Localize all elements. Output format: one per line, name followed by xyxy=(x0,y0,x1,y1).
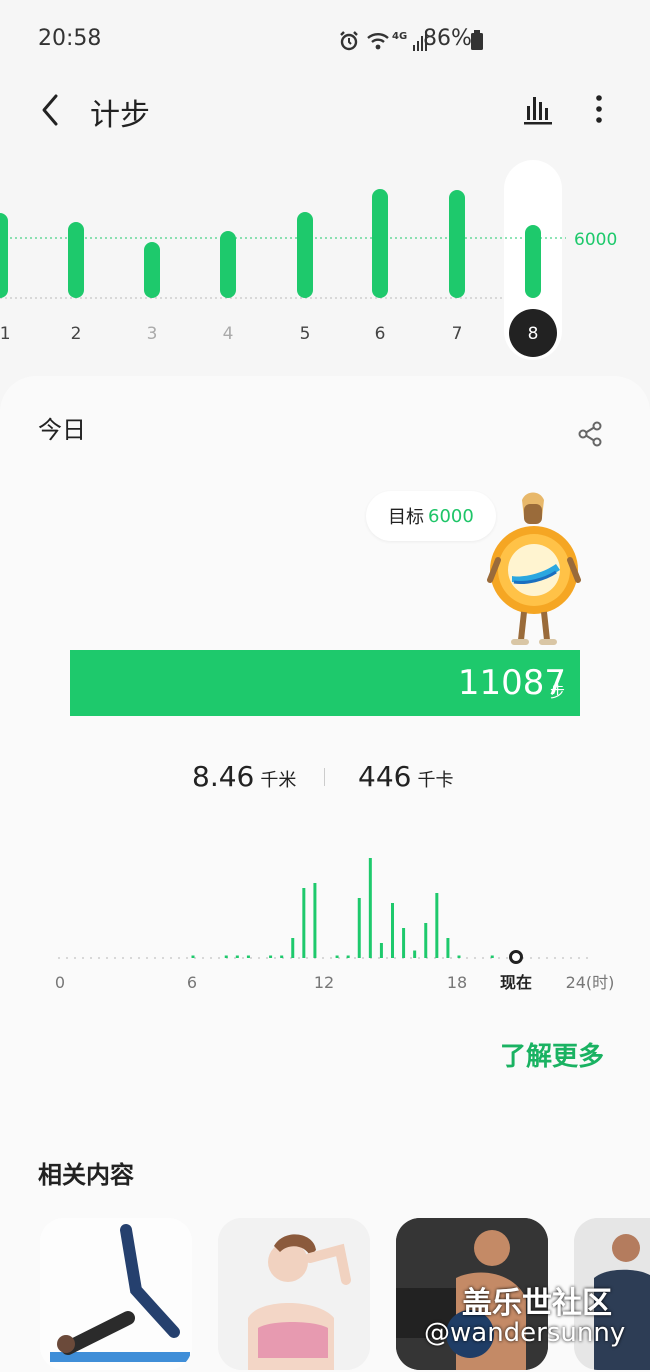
learn-more-link[interactable]: 了解更多 xyxy=(500,1036,604,1073)
hour-tick-label: 24(时) xyxy=(566,973,615,992)
hour-bar xyxy=(280,955,284,958)
calories-unit: 千卡 xyxy=(417,770,454,791)
hourly-steps-chart[interactable]: 0 6 12 18 现在 24(时) xyxy=(0,820,650,1000)
hour-tick-label: 0 xyxy=(55,973,65,992)
battery-percent: 86% xyxy=(423,26,472,51)
week-bar-4[interactable] xyxy=(220,231,236,298)
goal-value: 6000 xyxy=(428,505,474,527)
hour-tick-label: 现在 xyxy=(500,973,532,992)
stat-divider xyxy=(324,768,325,786)
watermark-handle: @wandersunny xyxy=(424,1318,626,1348)
more-options-icon[interactable] xyxy=(588,92,610,126)
related-content-title: 相关内容 xyxy=(38,1161,134,1189)
week-day-label: 4 xyxy=(223,324,234,344)
wifi-icon xyxy=(367,33,389,50)
hour-bar xyxy=(269,955,273,958)
now-marker xyxy=(509,950,523,964)
distance-stat: 8.46 千米 xyxy=(192,760,296,793)
week-bar-8[interactable] xyxy=(525,225,541,298)
hour-bar xyxy=(246,955,250,958)
week-day-label: 6 xyxy=(375,324,386,344)
watermark-title: 盖乐世社区 xyxy=(462,1286,612,1321)
week-bar-6[interactable] xyxy=(372,189,388,298)
week-bar-1[interactable] xyxy=(0,213,8,298)
calories-stat: 446 千卡 xyxy=(358,760,453,793)
hour-tick-label: 12 xyxy=(314,973,334,992)
distance-value: 8.46 xyxy=(192,760,255,793)
network-type: 4G xyxy=(392,30,408,42)
stretch-image xyxy=(218,1218,370,1370)
goal-label: 6000 xyxy=(574,230,617,250)
hour-bar xyxy=(346,955,350,958)
status-time: 20:58 xyxy=(38,26,102,51)
hour-bar xyxy=(435,893,439,958)
hour-bar xyxy=(191,955,195,958)
hour-bar xyxy=(302,888,306,958)
calories-value: 446 xyxy=(358,760,412,793)
back-icon[interactable] xyxy=(38,90,68,130)
week-bar-5[interactable] xyxy=(297,212,313,298)
goal-prefix: 目标 xyxy=(388,507,424,528)
hour-bar xyxy=(490,955,494,958)
hour-bar xyxy=(368,858,372,958)
share-icon[interactable] xyxy=(576,420,604,448)
hour-tick-label: 18 xyxy=(447,973,467,992)
hour-bar xyxy=(313,883,317,958)
hour-bar xyxy=(413,950,417,958)
week-day-label: 5 xyxy=(300,324,311,344)
week-bar-7[interactable] xyxy=(449,190,465,298)
mascot-illustration xyxy=(487,492,581,645)
week-bar-3[interactable] xyxy=(144,242,160,298)
week-day-label: 7 xyxy=(452,324,463,344)
page-title: 计步 xyxy=(90,98,150,133)
hour-bar xyxy=(446,938,450,958)
weekly-steps-chart[interactable]: 6000 /1 2 3 4 5 6 7 8 xyxy=(0,150,650,365)
steps-unit: 步 xyxy=(550,683,566,701)
related-card-stretch[interactable] xyxy=(218,1218,370,1370)
hour-bar xyxy=(291,938,295,958)
hour-bar xyxy=(235,955,239,958)
hour-bar xyxy=(335,955,339,958)
hour-tick-label: 6 xyxy=(187,973,197,992)
week-day-label: 8 xyxy=(528,324,539,344)
hour-bar xyxy=(224,955,228,958)
hour-bar xyxy=(357,898,361,958)
week-day-label: 3 xyxy=(147,324,158,344)
bar-chart-icon[interactable] xyxy=(522,92,554,126)
alarm-icon xyxy=(340,31,358,51)
distance-unit: 千米 xyxy=(260,770,297,791)
hour-bar xyxy=(379,943,383,958)
hour-bar xyxy=(391,903,394,958)
hour-bar xyxy=(402,928,406,958)
hour-bar xyxy=(457,955,461,958)
week-day-label: /1 xyxy=(0,324,11,344)
week-day-label: 2 xyxy=(71,324,82,344)
today-label: 今日 xyxy=(38,416,86,444)
week-bar-2[interactable] xyxy=(68,222,84,298)
status-icons: 4G xyxy=(338,30,428,52)
yoga-image xyxy=(40,1218,192,1370)
battery-icon xyxy=(471,30,483,50)
hour-bar xyxy=(424,923,428,958)
related-card-yoga[interactable] xyxy=(40,1218,192,1370)
